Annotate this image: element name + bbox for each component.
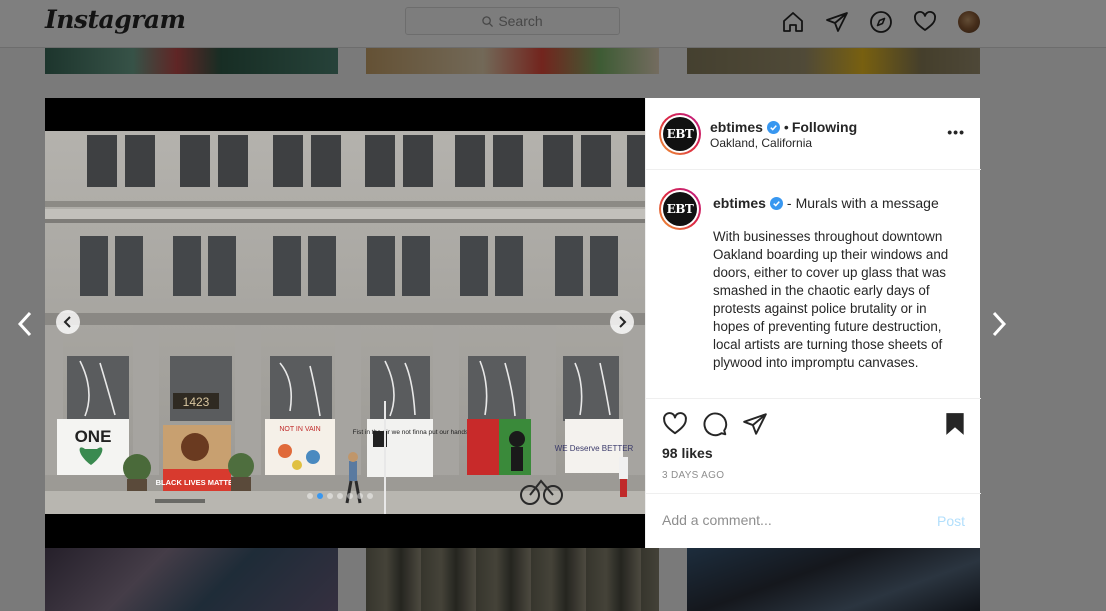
carousel-dot (337, 493, 343, 499)
carousel-dot (327, 493, 333, 499)
bullet-separator: • (783, 119, 789, 135)
board-text-blm: BLACK LIVES MATTER (156, 478, 239, 487)
chevron-right-icon (619, 316, 627, 328)
building-number: 1423 (183, 395, 210, 409)
chevron-left-icon (63, 316, 71, 328)
author-username[interactable]: ebtimes (710, 119, 763, 135)
chevron-left-icon (17, 311, 32, 337)
save-bookmark-icon[interactable] (942, 411, 968, 437)
caption-section: EBT ebtimes - Murals with a message With b… (646, 170, 981, 398)
following-button[interactable]: Following (792, 119, 857, 135)
next-post-arrow[interactable] (989, 309, 1009, 339)
like-count[interactable]: 98 likes (662, 445, 713, 461)
verified-badge-icon (769, 197, 783, 210)
post-header: EBT ebtimes • Following Oakland, Californi… (646, 98, 981, 170)
avatar-logo-text: EBT (663, 117, 697, 151)
carousel-indicator (307, 493, 373, 499)
board-text-not-in-vain: NOT IN VAIN (279, 426, 320, 433)
author-avatar[interactable]: EBT (659, 113, 701, 155)
caption-header: ebtimes - Murals with a message (713, 195, 939, 211)
caption-username[interactable]: ebtimes (713, 195, 766, 211)
caption-body: With businesses throughout downtown Oakl… (713, 229, 949, 370)
post-comment-button[interactable]: Post (937, 513, 965, 529)
board-text-deserve: WE Deserve BETTER (555, 444, 634, 453)
comment-icon[interactable] (702, 411, 728, 437)
chevron-right-icon (992, 311, 1007, 337)
post-media: 1423 ONE BLACK LIVES MATTER NOT IN VAIN … (45, 98, 645, 548)
carousel-dot (347, 493, 353, 499)
board-text-fist: Fist in the air we not finna put our han… (353, 429, 478, 436)
post-actions: 98 likes 3 DAYS AGO (646, 398, 981, 493)
author-line: ebtimes • Following (710, 119, 857, 135)
like-heart-icon[interactable] (662, 411, 688, 437)
comment-input[interactable] (662, 508, 912, 532)
board-text-one: ONE (75, 427, 112, 446)
carousel-previous-button[interactable] (56, 310, 80, 334)
comment-bar: Post (646, 493, 981, 548)
post-sidebar: EBT ebtimes • Following Oakland, Californi… (645, 98, 981, 548)
carousel-dot (367, 493, 373, 499)
share-icon[interactable] (742, 411, 768, 437)
post-photo[interactable]: 1423 ONE BLACK LIVES MATTER NOT IN VAIN … (45, 131, 645, 514)
carousel-next-button[interactable] (610, 310, 634, 334)
previous-post-arrow[interactable] (15, 309, 35, 339)
caption-title: Murals with a message (795, 195, 939, 211)
carousel-dot (317, 493, 323, 499)
post-location[interactable]: Oakland, California (710, 136, 812, 150)
caption-dash: - (786, 195, 792, 211)
avatar-logo-text: EBT (663, 192, 697, 226)
verified-badge-icon (766, 121, 780, 134)
more-options-button[interactable]: ••• (947, 124, 965, 140)
carousel-dot (357, 493, 363, 499)
carousel-dot (307, 493, 313, 499)
post-modal: 1423 ONE BLACK LIVES MATTER NOT IN VAIN … (45, 98, 981, 548)
caption-author-avatar[interactable]: EBT (659, 188, 701, 230)
post-date[interactable]: 3 DAYS AGO (662, 470, 724, 481)
